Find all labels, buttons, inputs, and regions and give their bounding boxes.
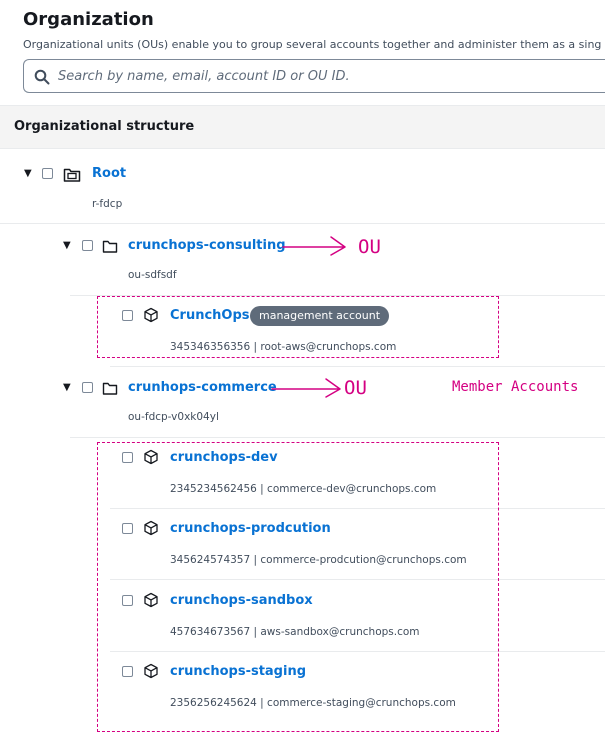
annotation-ou-label: OU [344,377,367,399]
select-checkbox[interactable] [42,168,53,179]
expand-caret-icon[interactable]: ▼ [24,169,32,179]
annotation-dashed-box [97,296,499,358]
folder-icon [102,240,118,253]
row-divider [110,366,605,367]
annotation-arrow-icon [271,378,341,398]
root-name-link[interactable]: Root [92,166,126,181]
row-divider [0,223,605,224]
select-checkbox[interactable] [82,240,93,251]
select-checkbox[interactable] [82,382,93,393]
page-title: Organization [23,9,154,30]
search-box[interactable] [23,59,605,93]
expand-caret-icon[interactable]: ▼ [63,383,71,393]
expand-caret-icon[interactable]: ▼ [63,241,71,251]
ou-id: ou-sdfsdf [128,269,177,281]
ou-name-link[interactable]: crunhops-commerce [128,380,277,395]
organization-page: Organization Organizational units (OUs) … [0,0,605,742]
annotation-ou-label: OU [358,236,381,258]
ou-id: ou-fdcp-v0xk04yl [128,411,219,423]
structure-header: Organizational structure [0,105,605,149]
annotation-arrow-icon [282,236,346,256]
ou-name-link[interactable]: crunchops-consulting [128,238,286,253]
search-icon [34,69,50,85]
search-input[interactable] [58,60,598,92]
folder-icon [102,382,118,395]
root-id: r-fdcp [92,198,123,210]
page-description: Organizational units (OUs) enable you to… [23,38,602,51]
row-divider [70,437,605,438]
structure-heading: Organizational structure [14,119,195,134]
root-folder-icon [63,168,81,182]
annotation-member-accounts: Member Accounts [452,379,579,395]
annotation-dashed-box [97,442,499,732]
